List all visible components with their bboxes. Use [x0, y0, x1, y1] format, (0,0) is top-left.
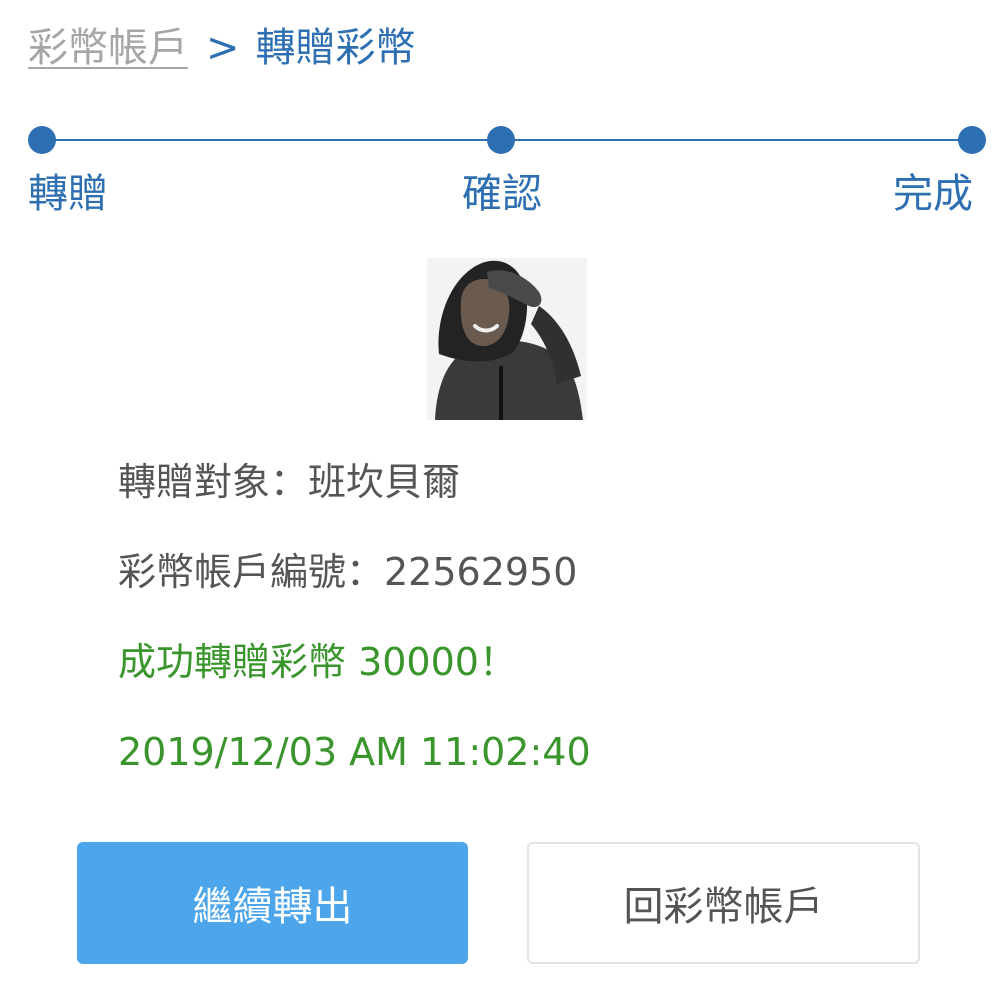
- recipient-name: 轉贈對象：班坎貝爾: [118, 460, 461, 504]
- breadcrumb-current: 轉贈彩幣: [255, 25, 416, 71]
- breadcrumb: 彩幣帳戶 > 轉贈彩幣: [28, 18, 416, 78]
- breadcrumb-separator: >: [206, 25, 240, 71]
- continue-transfer-label: 繼續轉出: [192, 884, 353, 930]
- progress-stepper: 轉贈 確認 完成: [0, 120, 996, 230]
- success-message: 成功轉贈彩幣 30000！: [118, 640, 517, 684]
- step-label-complete: 完成: [893, 171, 973, 217]
- transfer-timestamp: 2019/12/03 AM 11:02:40: [118, 730, 591, 774]
- continue-transfer-button[interactable]: 繼續轉出: [77, 842, 468, 964]
- back-to-account-label: 回彩幣帳戶: [623, 884, 824, 930]
- step-label-confirm: 確認: [462, 171, 542, 217]
- breadcrumb-link-coin-account[interactable]: 彩幣帳戶: [28, 18, 188, 78]
- step-dot-complete: [958, 126, 986, 154]
- step-dot-confirm: [487, 126, 515, 154]
- recipient-account-number: 彩幣帳戶編號：22562950: [118, 550, 578, 594]
- person-photo-icon: [427, 258, 587, 420]
- recipient-avatar: [427, 258, 587, 420]
- step-label-transfer: 轉贈: [28, 171, 108, 217]
- step-dot-transfer: [28, 126, 56, 154]
- back-to-account-button[interactable]: 回彩幣帳戶: [527, 842, 920, 964]
